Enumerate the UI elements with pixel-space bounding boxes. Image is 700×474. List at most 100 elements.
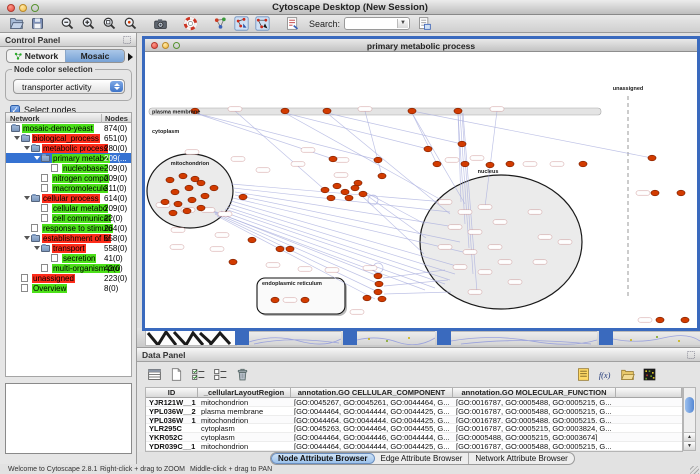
background-window-3[interactable]: [451, 331, 597, 345]
tree-row[interactable]: nucleobase-209(0): [6, 163, 131, 173]
tree-row-label[interactable]: biological_process: [32, 134, 100, 143]
node-color-dropdown[interactable]: transporter activity: [13, 79, 125, 94]
network-node[interactable]: [506, 161, 514, 167]
network-node[interactable]: [271, 297, 279, 303]
disclosure-triangle-icon[interactable]: [34, 156, 40, 160]
network-edge[interactable]: [213, 212, 379, 284]
network-node[interactable]: [363, 295, 371, 301]
tree-row[interactable]: cellular metabo209(0): [6, 203, 131, 213]
table-row[interactable]: YPL036W__2plasma membrane[GO:0044464, GO…: [146, 407, 682, 416]
trash-button[interactable]: [234, 366, 251, 383]
network-node[interactable]: [374, 157, 382, 163]
tree-row-label[interactable]: unassigned: [32, 274, 75, 283]
tree-row-label[interactable]: Overview: [32, 284, 67, 293]
unselect-all-button[interactable]: [212, 366, 229, 383]
tab-node-attribute-browser[interactable]: Node Attribute Browser: [271, 453, 375, 464]
network-node[interactable]: [677, 190, 685, 196]
network-node[interactable]: [179, 173, 187, 179]
tree-row-label[interactable]: cell communicat: [52, 214, 111, 223]
network-node[interactable]: [323, 108, 331, 114]
network-edge[interactable]: [285, 113, 445, 202]
tree-row-label[interactable]: mosaic-demo-yeast: [22, 124, 94, 133]
network-node[interactable]: [281, 108, 289, 114]
background-window-corner[interactable]: [599, 330, 613, 345]
minimized-network-thumbnail[interactable]: [145, 329, 237, 346]
tree-row[interactable]: transport558(0): [6, 243, 131, 253]
tree-column-network[interactable]: Network: [10, 114, 40, 123]
network-node[interactable]: [681, 317, 689, 323]
network-node[interactable]: [651, 190, 659, 196]
formula-button[interactable]: f(x): [597, 366, 614, 383]
camera-button[interactable]: [152, 15, 169, 32]
network-node[interactable]: [458, 141, 466, 147]
network-node[interactable]: [197, 180, 205, 186]
network-view-button[interactable]: [254, 15, 271, 32]
column-header-filler[interactable]: [616, 388, 682, 398]
network-node[interactable]: [201, 193, 209, 199]
tree-row[interactable]: metabolic process280(0): [6, 143, 131, 153]
float-panel-icon[interactable]: [686, 350, 696, 360]
tree-row-label[interactable]: response to stimulu: [42, 224, 113, 233]
table-row[interactable]: YPL036W__1mitochondrion[GO:0044464, GO:0…: [146, 416, 682, 425]
network-node[interactable]: [648, 155, 656, 161]
network-edge[interactable]: [221, 211, 435, 288]
tree-row-label[interactable]: macromolecule: [52, 184, 108, 193]
birds-eye-view[interactable]: [5, 383, 132, 454]
network-node[interactable]: [424, 146, 432, 152]
tree-row-label[interactable]: cellular process: [42, 194, 100, 203]
network-node[interactable]: [378, 173, 386, 179]
save-button[interactable]: [29, 15, 46, 32]
matrix-button[interactable]: [641, 366, 658, 383]
session-note-button[interactable]: [416, 15, 433, 32]
network-node[interactable]: [197, 205, 205, 211]
tree-row[interactable]: nitrogen compo209(0): [6, 173, 131, 183]
network-node[interactable]: [579, 161, 587, 167]
search-input[interactable]: ▼: [344, 17, 410, 30]
disclosure-triangle-icon[interactable]: [24, 236, 30, 240]
background-window-corner[interactable]: [437, 330, 451, 345]
network-window-titlebar[interactable]: primary metabolic process: [145, 39, 697, 52]
network-node[interactable]: [301, 297, 309, 303]
background-window-2[interactable]: [357, 331, 435, 345]
background-window-1[interactable]: [249, 331, 341, 345]
tree-row-label[interactable]: transport: [52, 244, 86, 253]
zoom-in-button[interactable]: [80, 15, 97, 32]
tree-row[interactable]: Overview8(0): [6, 283, 131, 293]
tree-row[interactable]: cellular process614(0): [6, 193, 131, 203]
region-nucleus[interactable]: [420, 175, 582, 309]
tree-column-nodes[interactable]: Nodes: [101, 114, 128, 123]
tab-network[interactable]: Network: [7, 50, 65, 62]
network-node[interactable]: [486, 162, 494, 168]
network-edge[interactable]: [195, 113, 378, 160]
tree-row[interactable]: mosaic-demo-yeast874(0): [6, 123, 131, 133]
table-scrollbar[interactable]: ▲ ▼: [683, 387, 696, 451]
disclosure-triangle-icon[interactable]: [14, 136, 20, 140]
network-node[interactable]: [188, 197, 196, 203]
background-window-4[interactable]: [613, 331, 700, 345]
network-node[interactable]: [166, 177, 174, 183]
disclosure-triangle-icon[interactable]: [24, 146, 30, 150]
tree-header[interactable]: Network Nodes: [6, 113, 131, 123]
disclosure-triangle-icon[interactable]: [34, 246, 40, 250]
tree-row-label[interactable]: primary metabo: [52, 154, 110, 163]
tab-edge-attribute-browser[interactable]: Edge Attribute Browser: [375, 453, 470, 464]
zoom-fit-button[interactable]: [101, 15, 118, 32]
network-node[interactable]: [185, 185, 193, 191]
network-node[interactable]: [239, 194, 247, 200]
tree-row-label[interactable]: cellular metabo: [52, 204, 108, 213]
tree-row-label[interactable]: metabolic process: [42, 144, 108, 153]
network-node[interactable]: [354, 180, 362, 186]
tree-row-label[interactable]: nitrogen compo: [52, 174, 109, 183]
tab-overflow-arrow-icon[interactable]: [128, 53, 133, 61]
network-node[interactable]: [276, 246, 284, 252]
network-edge[interactable]: [384, 292, 451, 294]
network-edge[interactable]: [412, 111, 652, 158]
tab-mosaic[interactable]: Mosaic: [65, 50, 124, 62]
new-doc-button[interactable]: [168, 366, 185, 383]
network-view-window[interactable]: primary metabolic process plasma membran…: [142, 36, 700, 331]
tree-row[interactable]: primary metabo209(...: [6, 153, 131, 163]
table-row[interactable]: YLR295Ccytoplasm[GO:0045263, GO:0044464,…: [146, 424, 682, 433]
network-node[interactable]: [374, 273, 382, 279]
column-header[interactable]: annotation.GO MOLECULAR_FUNCTION: [453, 388, 616, 398]
float-panel-icon[interactable]: [122, 35, 132, 45]
